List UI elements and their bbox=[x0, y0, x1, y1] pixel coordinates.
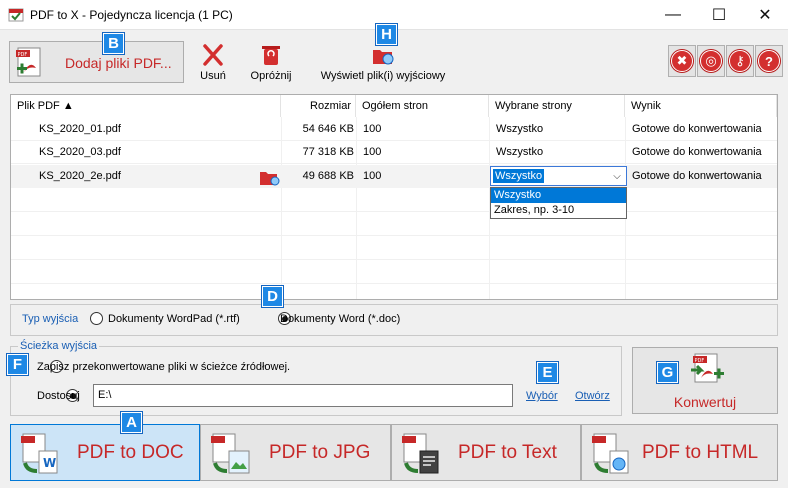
convert-button[interactable]: PDF Konwertuj bbox=[632, 347, 778, 414]
rtf-radio[interactable] bbox=[90, 312, 103, 325]
open-link[interactable]: Otwórz bbox=[575, 390, 610, 402]
col-header-selected[interactable]: Wybrane strony bbox=[489, 95, 625, 117]
text-file-icon bbox=[402, 433, 439, 474]
result-status: Gotowe do konwertowania bbox=[632, 170, 762, 182]
result-status: Gotowe do konwertowania bbox=[632, 123, 762, 135]
col-header-size[interactable]: Rozmiar bbox=[281, 95, 356, 117]
trash-icon bbox=[262, 46, 280, 65]
doc-file-icon: W bbox=[21, 433, 58, 474]
pdf-to-doc-label: PDF to DOC bbox=[77, 442, 184, 463]
clear-button[interactable]: Opróżnij bbox=[248, 44, 294, 82]
output-path-input[interactable]: E:\ bbox=[93, 384, 513, 407]
page-select-value: Wszystko bbox=[493, 169, 545, 183]
open-folder-icon[interactable] bbox=[259, 168, 281, 186]
pdf-to-jpg-button[interactable]: PDF to JPG bbox=[200, 424, 391, 481]
jpg-file-icon bbox=[211, 433, 250, 474]
badge-f: F bbox=[6, 353, 29, 376]
pdf-to-text-label: PDF to Text bbox=[458, 442, 557, 463]
help-icon: ? bbox=[758, 50, 780, 72]
page-select-dropdown: Wszystko Zakres, np. 3-10 bbox=[490, 187, 627, 219]
page-select-combobox[interactable]: Wszystko ⌵ bbox=[490, 166, 627, 186]
dropdown-option-range[interactable]: Zakres, np. 3-10 bbox=[491, 203, 626, 218]
app-logo-icon bbox=[8, 8, 24, 22]
remove-icon bbox=[203, 44, 223, 66]
convert-pdf-icon: PDF bbox=[691, 353, 724, 383]
badge-g: G bbox=[656, 361, 679, 384]
key-icon: ⚷ bbox=[729, 50, 751, 72]
remove-label: Usuń bbox=[200, 70, 226, 82]
doc-option-label[interactable]: Dokumenty Word (*.doc) bbox=[280, 313, 400, 325]
add-pdf-label: Dodaj pliki PDF... bbox=[65, 55, 172, 71]
file-table: Plik PDF ▲ Rozmiar Ogółem stron Wybrane … bbox=[10, 94, 778, 300]
pdf-to-html-button[interactable]: PDF to HTML bbox=[581, 424, 778, 481]
badge-d: D bbox=[261, 285, 284, 308]
tools-button[interactable]: ✖ bbox=[668, 45, 696, 77]
svg-text:PDF: PDF bbox=[695, 358, 705, 364]
file-size: 54 646 KB bbox=[302, 123, 354, 135]
clear-label: Opróżnij bbox=[250, 70, 292, 82]
file-name: KS_2020_01.pdf bbox=[39, 123, 121, 135]
pdf-to-jpg-label: PDF to JPG bbox=[269, 442, 371, 463]
pdf-to-text-button[interactable]: PDF to Text bbox=[391, 424, 581, 481]
minimize-button[interactable]: — bbox=[650, 0, 696, 30]
table-row[interactable]: KS_2020_2e.pdf 49 688 KB 100 Gotowe do k… bbox=[11, 165, 777, 188]
show-output-label: Wyświetl plik(i) wyjściowy bbox=[320, 70, 446, 82]
svg-text:W: W bbox=[43, 456, 56, 470]
file-name: KS_2020_2e.pdf bbox=[39, 170, 121, 182]
help-button[interactable]: ? bbox=[755, 45, 783, 77]
badge-b: B bbox=[102, 32, 125, 55]
globe-icon: ◎ bbox=[700, 50, 722, 72]
add-pdf-button[interactable]: PDF Dodaj pliki PDF... bbox=[9, 41, 184, 83]
close-button[interactable]: ✕ bbox=[742, 0, 788, 30]
window-title: PDF to X - Pojedyncza licencja (1 PC) bbox=[30, 8, 233, 22]
file-size: 49 688 KB bbox=[302, 170, 354, 182]
output-type-label: Typ wyjścia bbox=[22, 313, 79, 325]
badge-e: E bbox=[536, 361, 559, 384]
browse-link[interactable]: Wybór bbox=[526, 390, 558, 402]
col-header-pages[interactable]: Ogółem stron bbox=[356, 95, 489, 117]
chevron-down-icon[interactable]: ⌵ bbox=[608, 167, 626, 185]
html-file-icon bbox=[592, 433, 629, 474]
license-button[interactable]: ⚷ bbox=[726, 45, 754, 77]
dropdown-option-all[interactable]: Wszystko bbox=[491, 188, 626, 203]
maximize-button[interactable]: ☐ bbox=[696, 0, 742, 30]
open-folder-icon bbox=[373, 50, 394, 65]
web-button[interactable]: ◎ bbox=[697, 45, 725, 77]
output-path-label: Ścieżka wyjścia bbox=[18, 340, 100, 352]
table-row[interactable]: KS_2020_01.pdf 54 646 KB 100 Wszystko Go… bbox=[11, 118, 777, 141]
pdf-to-doc-button[interactable]: W PDF to DOC bbox=[10, 424, 200, 481]
remove-button[interactable]: Usuń bbox=[198, 44, 228, 82]
table-row[interactable]: KS_2020_03.pdf 77 318 KB 100 Wszystko Go… bbox=[11, 141, 777, 164]
badge-a: A bbox=[120, 411, 143, 434]
tools-icon: ✖ bbox=[671, 50, 693, 72]
badge-h: H bbox=[375, 23, 398, 46]
total-pages: 100 bbox=[363, 123, 382, 135]
file-size: 77 318 KB bbox=[302, 146, 354, 158]
total-pages: 100 bbox=[363, 170, 382, 182]
custom-path-label[interactable]: Dostosuj bbox=[37, 390, 80, 402]
add-pdf-icon: PDF bbox=[16, 47, 41, 77]
total-pages: 100 bbox=[363, 146, 382, 158]
file-name: KS_2020_03.pdf bbox=[39, 146, 121, 158]
result-status: Gotowe do konwertowania bbox=[632, 146, 762, 158]
show-output-button[interactable]: Wyświetl plik(i) wyjściowy bbox=[316, 44, 450, 82]
rtf-option-label[interactable]: Dokumenty WordPad (*.rtf) bbox=[108, 313, 240, 325]
svg-text:PDF: PDF bbox=[18, 52, 28, 58]
col-header-file[interactable]: Plik PDF ▲ bbox=[11, 95, 281, 117]
selected-pages[interactable]: Wszystko bbox=[490, 118, 543, 141]
convert-label: Konwertuj bbox=[673, 394, 737, 410]
pdf-to-html-label: PDF to HTML bbox=[642, 442, 759, 463]
col-header-result[interactable]: Wynik bbox=[625, 95, 777, 117]
save-source-label[interactable]: Zapisz przekonwertowane pliki w ścieżce … bbox=[37, 361, 290, 373]
selected-pages[interactable]: Wszystko bbox=[490, 141, 543, 164]
